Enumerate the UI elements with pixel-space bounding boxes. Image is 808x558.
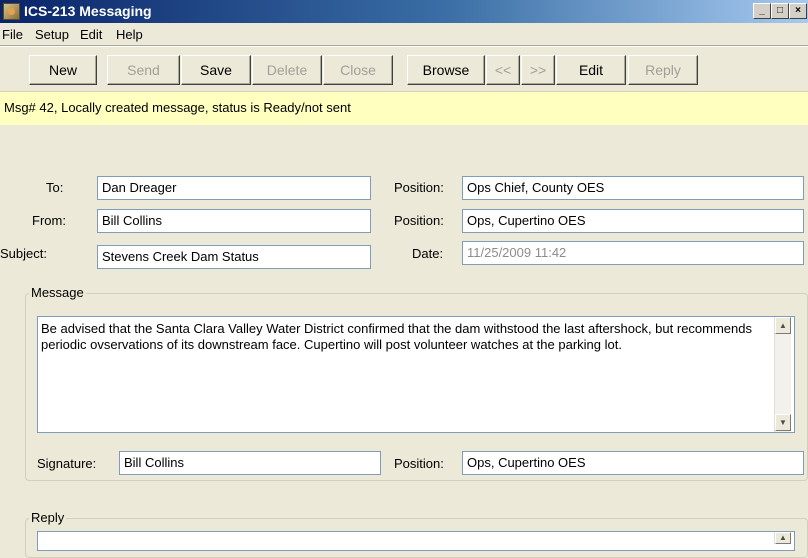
close-button[interactable]: Close — [323, 55, 393, 85]
signature-position-label: Position: — [394, 456, 444, 471]
reply-scroll-up-icon[interactable]: ▲ — [775, 532, 791, 544]
message-scrollbar[interactable]: ▲ ▼ — [774, 317, 791, 432]
from-label: From: — [32, 213, 66, 228]
menu-bar: File Setup Edit Help — [0, 23, 808, 45]
signature-field[interactable]: Bill Collins — [119, 451, 381, 475]
to-position-label: Position: — [394, 180, 444, 195]
menu-file[interactable]: File — [2, 27, 23, 42]
from-position-label: Position: — [394, 213, 444, 228]
menu-edit[interactable]: Edit — [80, 27, 102, 42]
send-button[interactable]: Send — [107, 55, 180, 85]
previous-button[interactable]: << — [486, 55, 520, 85]
scroll-down-icon[interactable]: ▼ — [775, 414, 791, 431]
reply-button[interactable]: Reply — [628, 55, 698, 85]
menu-setup[interactable]: Setup — [35, 27, 69, 42]
maximize-button[interactable]: □ — [771, 3, 789, 19]
to-position-field[interactable]: Ops Chief, County OES — [462, 176, 804, 200]
from-field[interactable]: Bill Collins — [97, 209, 371, 233]
from-position-field[interactable]: Ops, Cupertino OES — [462, 209, 804, 233]
message-body[interactable]: Be advised that the Santa Clara Valley W… — [37, 316, 795, 433]
date-field: 11/25/2009 11:42 — [462, 241, 804, 265]
subject-label: Subject: — [0, 246, 47, 261]
menu-separator — [0, 45, 808, 47]
to-field[interactable]: Dan Dreager — [97, 176, 371, 200]
signature-label: Signature: — [37, 456, 97, 471]
message-text: Be advised that the Santa Clara Valley W… — [41, 321, 753, 352]
edit-button[interactable]: Edit — [556, 55, 626, 85]
date-label: Date: — [412, 246, 444, 261]
browse-button[interactable]: Browse — [407, 55, 485, 85]
menu-help[interactable]: Help — [116, 27, 143, 42]
reply-group-title: Reply — [29, 510, 67, 525]
status-bar: Msg# 42, Locally created message, status… — [0, 91, 808, 125]
close-window-button[interactable]: × — [789, 3, 807, 19]
save-button[interactable]: Save — [181, 55, 251, 85]
message-group-title: Message — [29, 285, 86, 300]
minimize-button[interactable]: _ — [753, 3, 771, 19]
reply-scrollbar[interactable]: ▲ — [774, 532, 791, 544]
signature-position-field[interactable]: Ops, Cupertino OES — [462, 451, 804, 475]
scroll-up-icon[interactable]: ▲ — [775, 317, 791, 334]
window-title: ICS-213 Messaging — [24, 3, 152, 19]
reply-body[interactable] — [37, 531, 795, 551]
title-bar: ICS-213 Messaging _ □ × — [0, 0, 808, 23]
next-button[interactable]: >> — [521, 55, 555, 85]
to-label: To: — [46, 180, 64, 195]
delete-button[interactable]: Delete — [252, 55, 322, 85]
subject-field[interactable]: Stevens Creek Dam Status — [97, 245, 371, 269]
app-icon — [3, 3, 20, 20]
new-button[interactable]: New — [29, 55, 97, 85]
